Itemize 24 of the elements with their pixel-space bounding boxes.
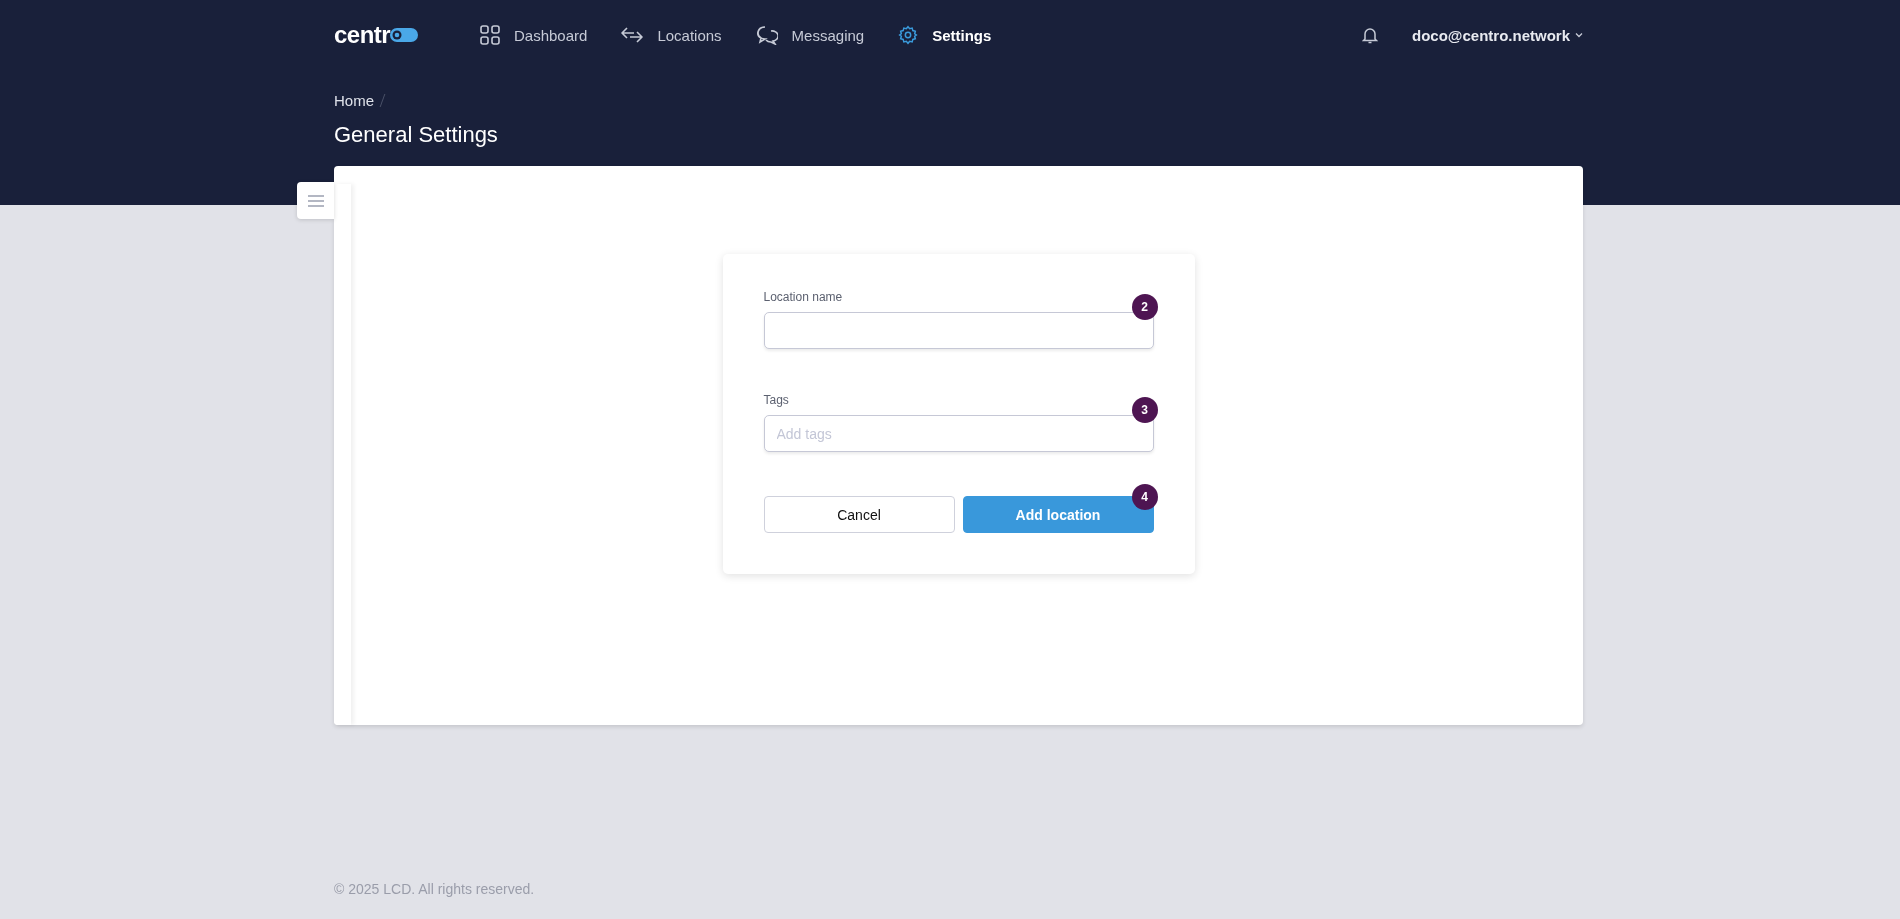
breadcrumb-link[interactable]: Home [334, 91, 374, 109]
input-field[interactable]: Add tags [763, 415, 1154, 452]
step-badge: 3 [1131, 397, 1158, 423]
grid-icon [480, 25, 500, 45]
nav-link[interactable]: Dashboard [480, 25, 588, 45]
nav-link[interactable]: Locations [621, 26, 722, 44]
settings-icon [898, 25, 919, 45]
menu-icon [307, 194, 324, 207]
field-label: Tags [763, 393, 789, 407]
step-badge: 4 [1131, 484, 1158, 510]
cancel-button[interactable]: Cancel [763, 496, 955, 533]
field-label: Location name [763, 290, 843, 304]
nav-link[interactable]: Messaging [755, 25, 865, 45]
arrows-icon [621, 26, 644, 44]
logo[interactable]: centr [334, 21, 480, 49]
user-menu[interactable]: doco@centro.network [1412, 26, 1583, 44]
chat-icon [755, 25, 778, 45]
step-badge: 2 [1131, 294, 1158, 320]
copyright-text: © 2025 LCD. All rights reserved. [334, 881, 535, 897]
menu-button[interactable] [297, 182, 334, 219]
chevron-icon [1575, 32, 1583, 38]
page-title: General Settings [334, 122, 499, 148]
nav-link[interactable]: Settings [898, 25, 992, 45]
bell-icon[interactable] [1362, 26, 1378, 44]
